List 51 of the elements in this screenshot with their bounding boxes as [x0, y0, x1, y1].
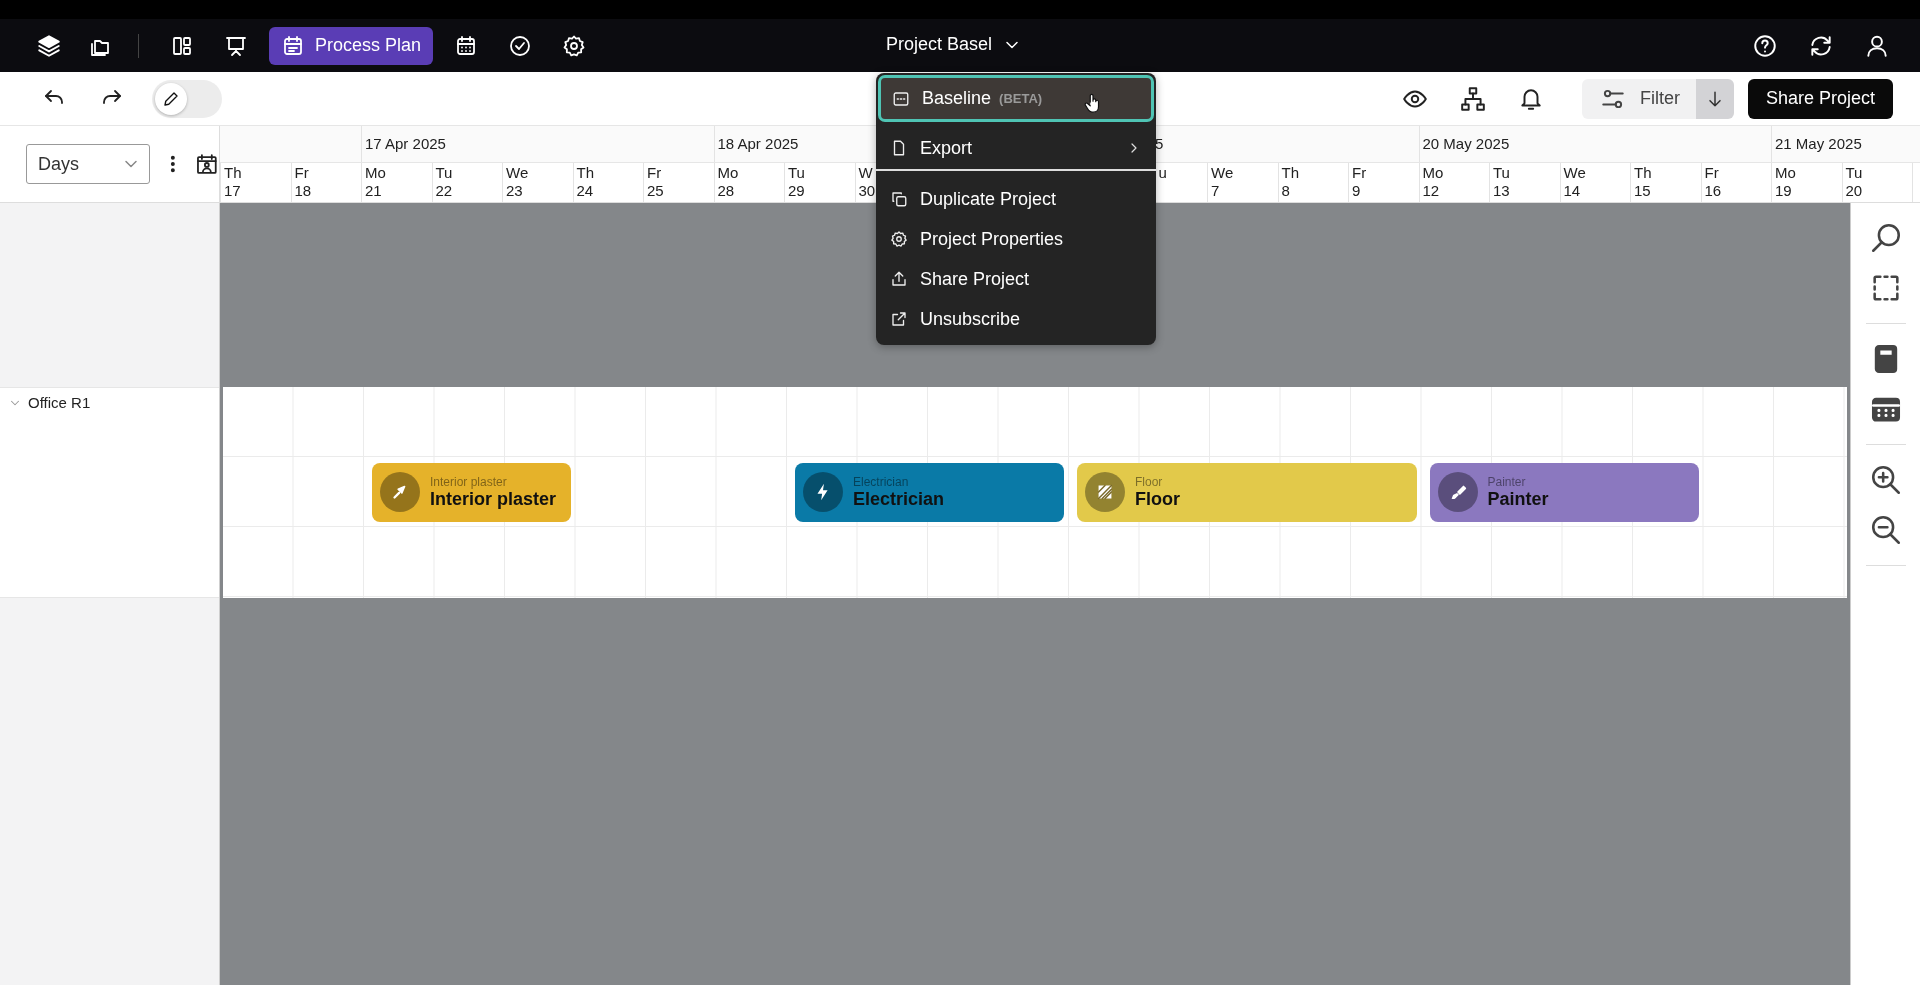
day-label: Fr 18: [294, 163, 312, 199]
day-label: Fr 25: [647, 163, 664, 199]
day-label: u: [1158, 163, 1167, 181]
filter-button[interactable]: Filter: [1581, 78, 1696, 119]
nav-tab[interactable]: Process Plan: [269, 26, 434, 65]
task-bar[interactable]: Electrician Electrician: [795, 462, 1064, 522]
day-label: Tu 22: [435, 163, 453, 199]
day-label: Mo 19: [1775, 163, 1796, 199]
day-label: Th 24: [576, 163, 594, 199]
menu-item[interactable]: Share Project: [876, 259, 1156, 299]
view-select[interactable]: Days: [26, 144, 150, 184]
day-label: Tu 29: [788, 163, 805, 199]
day-label: Th 15: [1634, 163, 1652, 199]
task-title: Floor: [1135, 488, 1180, 510]
date-label: 21 May 2025: [1775, 135, 1862, 153]
day-label: Th 17: [224, 163, 242, 199]
day-label: Tu 13: [1493, 163, 1510, 199]
day-label: Fr 9: [1352, 163, 1367, 199]
menu-item[interactable]: Unsubscribe: [876, 299, 1156, 339]
day-label: Mo 12: [1422, 163, 1444, 199]
task-title: Painter: [1487, 488, 1549, 510]
group-toggle[interactable]: Office R1: [8, 394, 91, 411]
menu-item[interactable]: Baseline (BETA): [878, 75, 1154, 122]
task-bar[interactable]: Interior plaster Interior plaster: [372, 462, 571, 522]
menu-item[interactable]: Export: [876, 128, 1156, 168]
share-project-button[interactable]: Share Project: [1747, 78, 1893, 119]
task-caption: Painter: [1487, 474, 1527, 489]
beta-label: (BETA): [999, 91, 1043, 106]
day-label: We 23: [506, 163, 529, 199]
task-caption: Interior plaster: [430, 474, 508, 489]
day-label: We 7: [1211, 163, 1234, 199]
day-label: Mo 28: [717, 163, 739, 199]
date-label: 20 May 2025: [1422, 135, 1510, 153]
project-title-dropdown[interactable]: Project Basel: [884, 30, 1025, 59]
task-bar[interactable]: Floor Floor: [1077, 462, 1417, 522]
task-caption: Electrician: [853, 474, 910, 489]
day-label: Tu 20: [1845, 163, 1863, 199]
task-caption: Floor: [1135, 474, 1164, 489]
day-label: W 30: [858, 163, 876, 199]
task-bar[interactable]: Painter Painter: [1429, 462, 1699, 522]
task-title: Interior plaster: [430, 488, 557, 510]
date-label: 18 Apr 2025: [717, 135, 799, 153]
task-title: Electrician: [853, 488, 945, 510]
day-label: Mo 21: [365, 163, 386, 199]
menu-item[interactable]: Duplicate Project: [876, 179, 1156, 219]
day-label: Fr 16: [1704, 163, 1722, 199]
date-label: 17 Apr 2025: [365, 135, 446, 153]
menu-item[interactable]: Project Properties: [876, 219, 1156, 259]
date-label: 5: [1155, 135, 1164, 153]
day-label: We 14: [1563, 163, 1586, 199]
day-label: Th 8: [1281, 163, 1299, 199]
